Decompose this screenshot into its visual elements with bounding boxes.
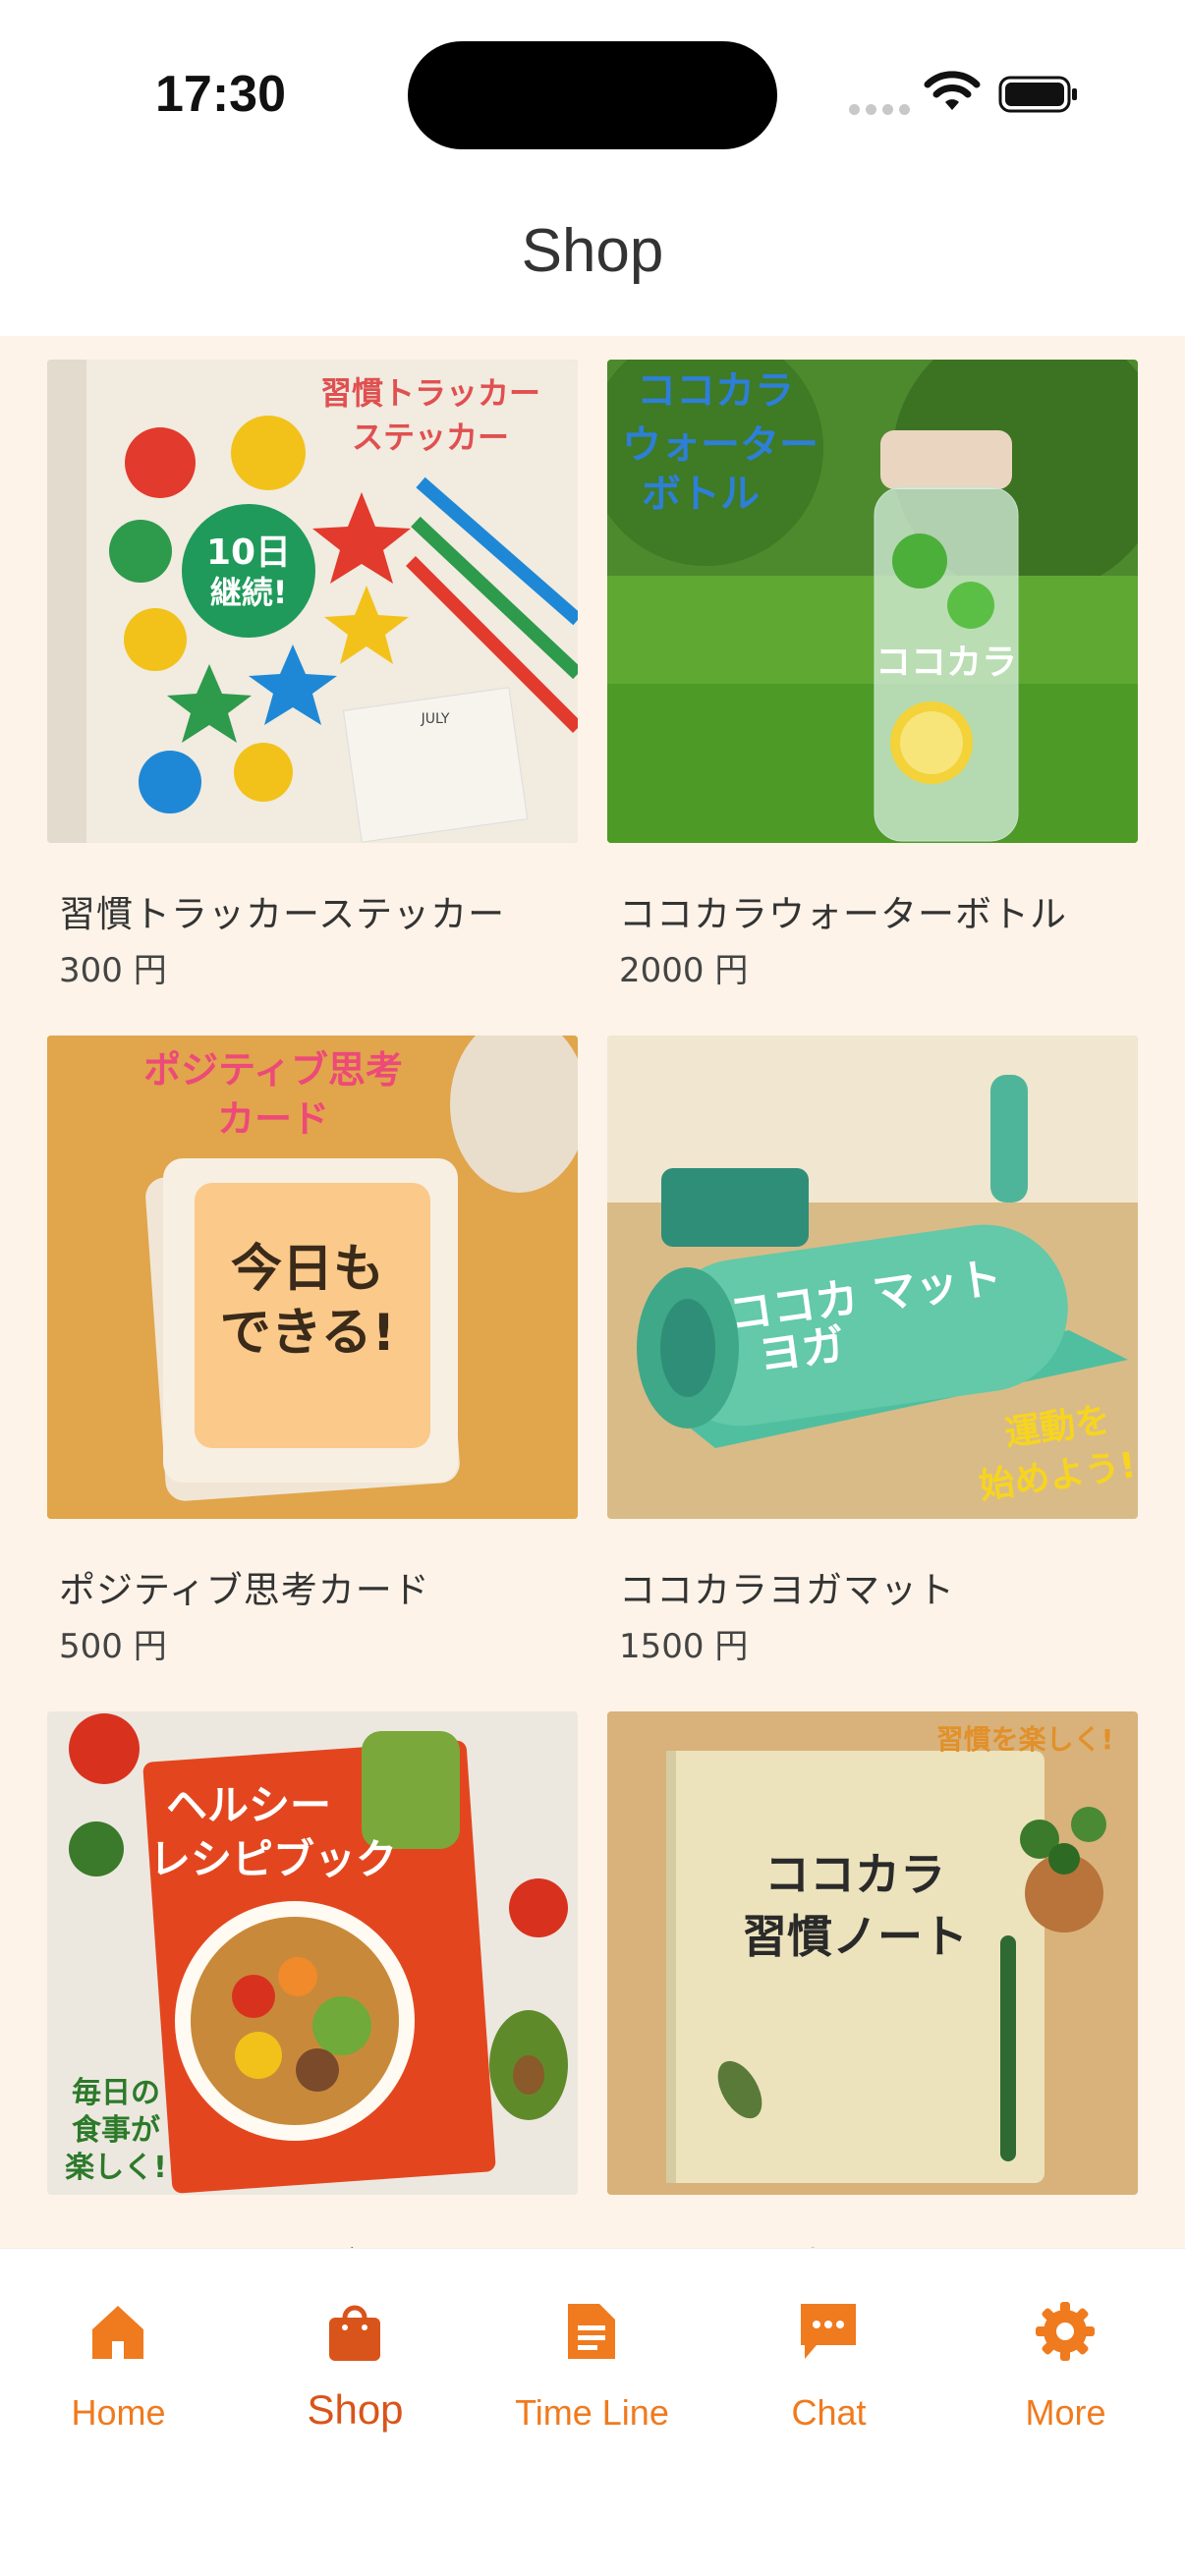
wifi-icon — [924, 71, 981, 110]
product-image[interactable]: 今日も できる! ポジティブ思考 カード — [47, 1036, 578, 1519]
product-image[interactable]: 10日 継続! JULY 習慣トラッカー ステッカー — [47, 360, 578, 843]
product-price: 2000 円 — [619, 951, 749, 990]
shopping-bag-icon — [329, 2305, 380, 2361]
product-price: 300 円 — [59, 951, 167, 990]
product-image[interactable]: ココカ マット ヨガ 運動を 始めよう! — [607, 1036, 1138, 1519]
tab-label: Time Line — [515, 2392, 669, 2433]
image-title: ステッカー — [352, 419, 509, 456]
image-title: 毎日の — [72, 2076, 160, 2110]
signal-icon — [849, 104, 910, 115]
product-card-habit-notebook[interactable]: ココカラ 習慣ノート 習慣を楽しく! ココカラ習慣ノート — [607, 1711, 1138, 2248]
dynamic-island — [408, 41, 777, 149]
product-card-positive-cards[interactable]: 今日も できる! ポジティブ思考 カード ポジティブ思考カード 500 円 — [47, 1036, 578, 1666]
image-title: ウォーター — [622, 422, 818, 468]
product-name: 習慣トラッカーステッカー — [59, 893, 506, 935]
calendar-text: JULY — [421, 711, 450, 727]
tab-more[interactable]: More — [947, 2249, 1184, 2445]
notebook-title: 習慣ノート — [742, 1910, 968, 1963]
status-bar: 17:30 — [0, 0, 1185, 187]
product-name: ココカラウォーターボトル — [619, 893, 1067, 935]
image-title: ポジティブ思考 — [143, 1048, 403, 1092]
tab-label: Shop — [307, 2386, 404, 2433]
tab-timeline[interactable]: Time Line — [474, 2249, 710, 2445]
product-price: 1500 円 — [619, 1627, 749, 1666]
image-title: 楽しく! — [65, 2151, 167, 2185]
tab-label: More — [1025, 2392, 1106, 2433]
product-image[interactable]: ココカラ 習慣ノート 習慣を楽しく! — [607, 1711, 1138, 2195]
product-name: ポジティブ思考カード — [59, 1569, 430, 1611]
product-card-water-bottle[interactable]: ココカラ ココカラ ウォーター ボトル ココカラウォーターボトル 2000 円 — [607, 360, 1138, 990]
product-name: ココカラヨガマット — [619, 1569, 955, 1611]
sticker-text: 10日 — [206, 532, 291, 573]
image-title: ボトル — [642, 472, 760, 517]
product-card-yoga-mat[interactable]: ココカ マット ヨガ 運動を 始めよう! ココカラヨガマット 1500 円 — [607, 1036, 1138, 1666]
tab-bar: Home Shop Time Line Chat More — [0, 2248, 1185, 2576]
image-title: 習慣を楽しく! — [936, 1723, 1114, 1756]
notebook-title: ココカラ — [764, 1848, 945, 1901]
tab-label: Chat — [791, 2392, 867, 2433]
chat-bubble-icon — [801, 2304, 856, 2359]
image-title: ココカラ — [637, 368, 794, 414]
product-name: ココカラ習慣ノート — [619, 2236, 955, 2248]
tab-home[interactable]: Home — [0, 2249, 237, 2445]
product-name: ヘルシーレシピブック — [59, 2236, 432, 2248]
product-card-recipe-book[interactable]: ヘルシー レシピブック 毎日の 食事が 楽しく! ヘルシーレシピブック — [47, 1711, 578, 2248]
image-title: 習慣トラッカー — [320, 374, 540, 412]
page-title: Shop — [521, 217, 664, 285]
home-icon — [92, 2306, 143, 2359]
card-text: 今日も — [231, 1240, 384, 1299]
status-time: 17:30 — [155, 66, 286, 123]
product-image[interactable]: ヘルシー レシピブック 毎日の 食事が 楽しく! — [47, 1711, 578, 2195]
book-title: ヘルシー — [166, 1781, 331, 1829]
document-icon — [568, 2304, 615, 2359]
product-grid[interactable]: 10日 継続! JULY 習慣トラッカー ステッカー 習慣トラッカーステッカー … — [0, 336, 1185, 2248]
product-price: 500 円 — [59, 1627, 167, 1666]
battery-icon — [998, 76, 1077, 113]
product-card-sticker[interactable]: 10日 継続! JULY 習慣トラッカー ステッカー 習慣トラッカーステッカー … — [47, 360, 578, 990]
bottle-text: ココカラ — [875, 643, 1017, 683]
product-image[interactable]: ココカラ ココカラ ウォーター ボトル — [607, 360, 1138, 843]
image-title: カード — [217, 1097, 329, 1141]
gear-icon — [1036, 2302, 1095, 2361]
image-title: 食事が — [72, 2113, 160, 2148]
book-title: レシピブック — [149, 1835, 397, 1883]
tab-chat[interactable]: Chat — [710, 2249, 947, 2445]
tab-label: Home — [71, 2392, 166, 2433]
home-indicator — [405, 2545, 780, 2556]
tab-shop[interactable]: Shop — [237, 2249, 474, 2445]
sticker-text: 継続! — [210, 574, 288, 611]
card-text: できる! — [220, 1304, 396, 1363]
